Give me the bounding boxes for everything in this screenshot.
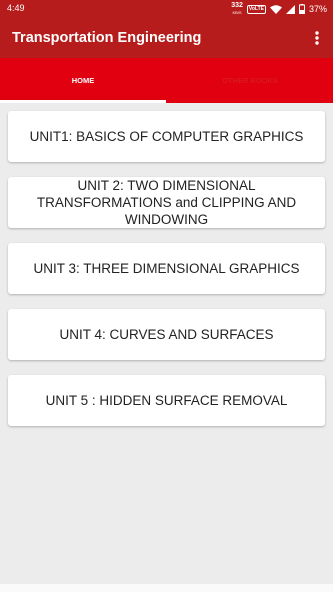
volte-badge: VoLTE — [246, 4, 266, 14]
wifi-icon — [269, 4, 282, 14]
battery-percentage: 37% — [308, 4, 327, 14]
selected-tab-indicator — [0, 100, 166, 103]
more-options-button[interactable] — [309, 28, 325, 48]
tab-bar: HOME OTHER BOOKS — [0, 58, 333, 103]
tab-home[interactable]: HOME — [0, 58, 166, 103]
status-time: 4:49 — [7, 3, 25, 13]
network-speed: 332 KB/S — [231, 2, 243, 16]
unit-card-title: UNIT1: BASICS OF COMPUTER GRAPHICS — [29, 129, 304, 144]
tab-home-label: HOME — [71, 76, 95, 85]
network-speed-value: 332 — [231, 2, 243, 9]
network-speed-unit: KB/S — [232, 10, 242, 15]
app-bar: Transportation Engineering — [0, 18, 333, 58]
unit-card-4[interactable]: UNIT 4: CURVES AND SURFACES — [8, 309, 325, 360]
unit-card-5[interactable]: UNIT 5 : HIDDEN SURFACE REMOVAL — [8, 375, 325, 426]
status-bar: 4:49 332 KB/S VoLTE 37% — [0, 0, 333, 18]
unit-card-title: UNIT 2: TWO DIMENSIONAL TRANSFORMATIONS … — [36, 178, 297, 227]
battery-icon — [298, 4, 305, 14]
unit-card-title: UNIT 3: THREE DIMENSIONAL GRAPHICS — [33, 261, 300, 276]
bottom-strip — [0, 584, 333, 592]
unit-card-title: UNIT 5 : HIDDEN SURFACE REMOVAL — [45, 393, 288, 408]
unit-card-1[interactable]: UNIT1: BASICS OF COMPUTER GRAPHICS — [8, 111, 325, 162]
tab-other-books-label: OTHER BOOKS — [222, 76, 278, 85]
unit-card-title: UNIT 4: CURVES AND SURFACES — [59, 327, 274, 342]
cellular-signal-icon — [285, 4, 295, 14]
more-vert-icon — [315, 31, 319, 45]
status-icons: 332 KB/S VoLTE 37% — [231, 1, 327, 17]
app-title: Transportation Engineering — [12, 30, 202, 46]
unit-card-2[interactable]: UNIT 2: TWO DIMENSIONAL TRANSFORMATIONS … — [8, 177, 325, 228]
tab-other-books[interactable]: OTHER BOOKS — [167, 58, 333, 103]
unit-card-3[interactable]: UNIT 3: THREE DIMENSIONAL GRAPHICS — [8, 243, 325, 294]
